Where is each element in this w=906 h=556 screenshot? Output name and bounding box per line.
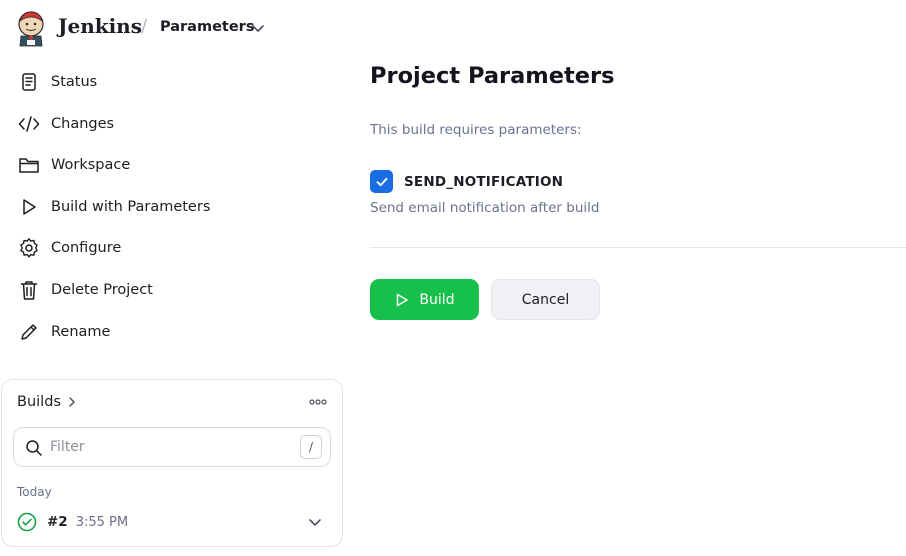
main-content: Project Parameters This build requires p…	[370, 0, 906, 556]
chevron-right-icon	[69, 397, 75, 407]
build-number[interactable]: #2	[47, 514, 68, 530]
status-document-icon	[16, 71, 42, 93]
chevron-down-icon[interactable]	[250, 20, 266, 36]
success-check-icon	[17, 512, 37, 532]
sidebar-item-changes[interactable]: Changes	[16, 106, 336, 142]
sidebar-item-label: Configure	[51, 240, 122, 256]
parameter-description: Send email notification after build	[370, 200, 600, 216]
code-icon	[16, 113, 42, 135]
cancel-button[interactable]: Cancel	[491, 279, 600, 320]
chevron-down-icon[interactable]	[307, 514, 323, 530]
sidebar-item-label: Rename	[51, 324, 111, 340]
builds-filter: /	[13, 427, 331, 467]
builds-title: Builds	[17, 394, 61, 410]
brand-name[interactable]: Jenkins	[58, 14, 142, 38]
sidebar-item-label: Status	[51, 74, 98, 90]
build-time: 3:55 PM	[75, 514, 129, 530]
breadcrumb-parameters[interactable]: Parameters	[160, 19, 254, 35]
build-group-label: Today	[17, 485, 52, 499]
play-icon	[16, 196, 42, 218]
keyboard-shortcut-badge: /	[300, 435, 322, 459]
sidebar-item-label: Delete Project	[51, 282, 153, 298]
parameter-send-notification: SEND_NOTIFICATION	[370, 170, 563, 193]
sidebar-item-label: Build with Parameters	[51, 199, 211, 215]
parameter-name[interactable]: SEND_NOTIFICATION	[404, 174, 563, 190]
cancel-button-label: Cancel	[521, 291, 570, 308]
gear-icon	[16, 237, 42, 259]
checkmark-icon	[376, 177, 387, 186]
jenkins-logo[interactable]	[15, 9, 47, 47]
breadcrumb-separator: /	[141, 16, 148, 37]
filter-input[interactable]	[50, 437, 290, 457]
divider	[370, 247, 906, 248]
sidebar-item-configure[interactable]: Configure	[16, 230, 336, 266]
sidebar-item-label: Workspace	[51, 157, 131, 173]
builds-header-link[interactable]: Builds	[17, 394, 77, 410]
sidebar-item-workspace[interactable]: Workspace	[16, 147, 336, 183]
sidebar-item-label: Changes	[51, 116, 115, 132]
trash-icon	[16, 279, 42, 301]
sidebar-item-status[interactable]: Status	[16, 64, 336, 100]
sidebar-item-rename[interactable]: Rename	[16, 314, 336, 350]
sidebar-item-build-with-parameters[interactable]: Build with Parameters	[16, 189, 336, 225]
search-icon	[26, 440, 42, 456]
sidebar-item-delete-project[interactable]: Delete Project	[16, 272, 336, 308]
build-button-label: Build	[419, 291, 455, 308]
build-button[interactable]: Build	[370, 279, 479, 320]
send-notification-checkbox[interactable]	[370, 170, 393, 193]
pencil-icon	[16, 321, 42, 343]
play-icon	[397, 293, 409, 306]
folder-icon	[16, 154, 42, 176]
build-row[interactable]: #2 3:55 PM	[17, 511, 329, 533]
parameters-subtitle: This build requires parameters:	[370, 122, 582, 138]
page-title: Project Parameters	[370, 63, 615, 89]
more-options-icon[interactable]	[308, 396, 328, 408]
builds-panel: Builds / Today #2 3:55 PM	[1, 379, 343, 547]
